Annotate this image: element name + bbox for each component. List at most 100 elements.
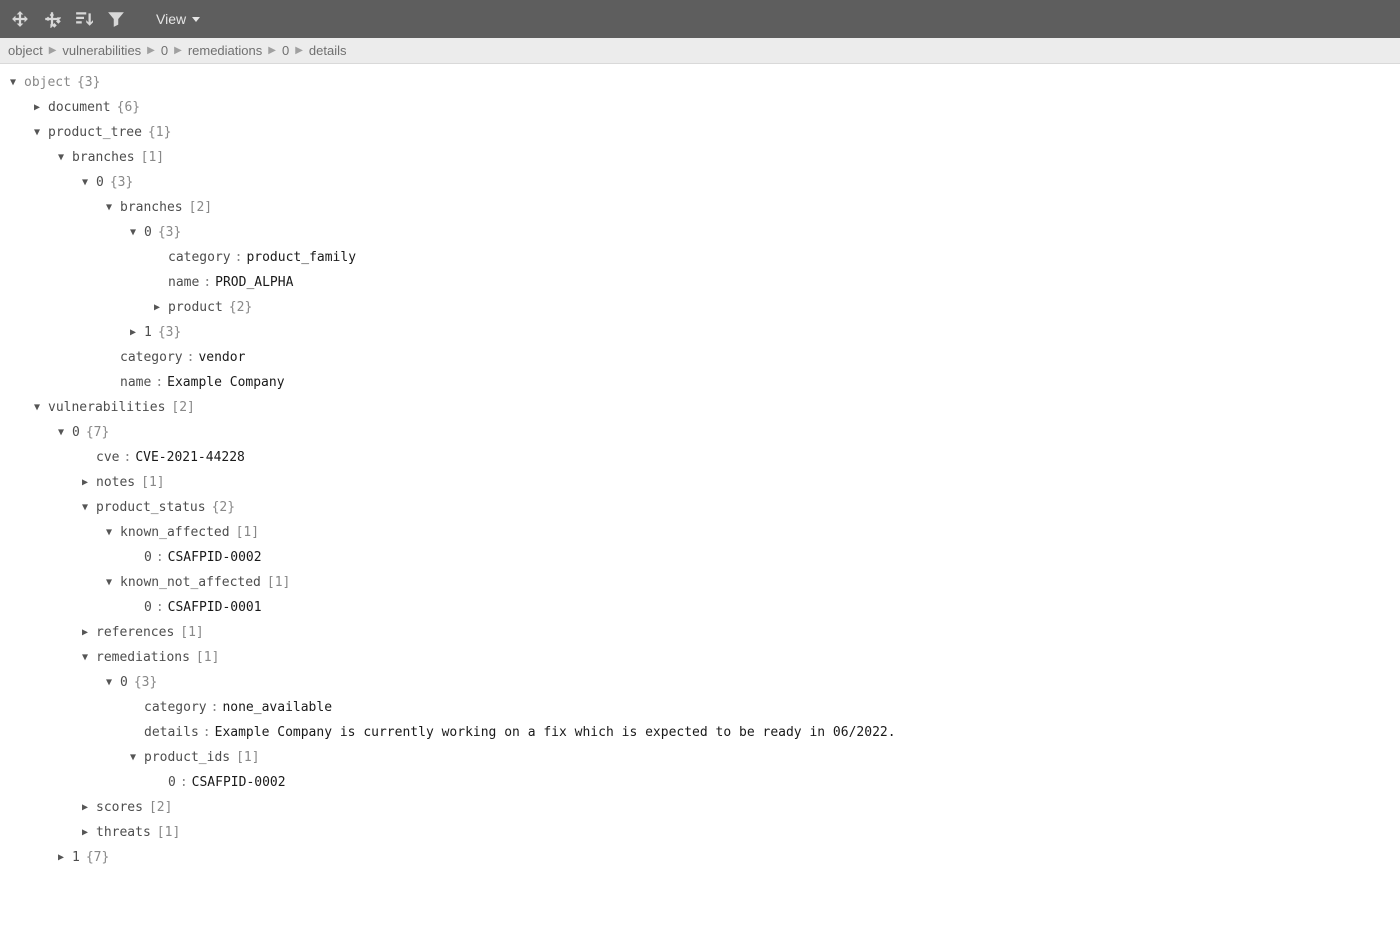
tree-leaf[interactable]: ▼category:none_available xyxy=(6,695,1400,720)
tree-node[interactable]: ▼0{3} xyxy=(6,220,1400,245)
tree-node[interactable]: ▼0{3} xyxy=(6,670,1400,695)
node-meta: {2} xyxy=(223,295,252,320)
tree-node[interactable]: ▶references[1] xyxy=(6,620,1400,645)
node-key: 0 xyxy=(144,220,152,245)
node-key: product_status xyxy=(96,495,206,520)
tree-leaf[interactable]: ▼0:CSAFPID-0001 xyxy=(6,595,1400,620)
colon-separator: : xyxy=(151,370,167,395)
tree-leaf[interactable]: ▼name:Example Company xyxy=(6,370,1400,395)
tree-leaf[interactable]: ▼0:CSAFPID-0002 xyxy=(6,770,1400,795)
tree-node-remediations[interactable]: ▼remediations[1] xyxy=(6,645,1400,670)
disclosure-triangle-icon[interactable]: ▼ xyxy=(102,670,116,695)
tree-node-vulnerabilities[interactable]: ▼vulnerabilities[2] xyxy=(6,395,1400,420)
tree-leaf-cve[interactable]: ▼cve:CVE-2021-44228 xyxy=(6,445,1400,470)
view-label: View xyxy=(156,11,186,27)
disclosure-triangle-icon[interactable]: ▼ xyxy=(102,570,116,595)
disclosure-triangle-icon[interactable]: ▶ xyxy=(126,320,140,345)
toolbar: View xyxy=(0,0,1400,38)
tree-node[interactable]: ▶threats[1] xyxy=(6,820,1400,845)
tree-node-branches[interactable]: ▼branches[1] xyxy=(6,145,1400,170)
breadcrumb: object ▶ vulnerabilities ▶ 0 ▶ remediations… xyxy=(0,38,1400,64)
breadcrumb-item[interactable]: vulnerabilities xyxy=(62,43,141,58)
disclosure-triangle-icon[interactable]: ▼ xyxy=(6,70,20,95)
colon-separator: : xyxy=(152,545,168,570)
tree-node[interactable]: ▼known_not_affected[1] xyxy=(6,570,1400,595)
disclosure-triangle-icon[interactable]: ▶ xyxy=(78,470,92,495)
node-meta: {1} xyxy=(142,120,171,145)
expand-all-icon[interactable] xyxy=(8,7,32,31)
tree-node-document[interactable]: ▶document{6} xyxy=(6,95,1400,120)
chevron-right-icon: ▶ xyxy=(147,45,155,56)
disclosure-triangle-icon[interactable]: ▶ xyxy=(78,820,92,845)
tree-node[interactable]: ▶scores[2] xyxy=(6,795,1400,820)
collapse-all-icon[interactable] xyxy=(40,7,64,31)
node-meta: [1] xyxy=(174,620,203,645)
disclosure-triangle-icon[interactable]: ▼ xyxy=(30,120,44,145)
disclosure-triangle-icon[interactable]: ▼ xyxy=(54,145,68,170)
node-meta: {3} xyxy=(152,220,181,245)
colon-separator: : xyxy=(207,695,223,720)
node-key: 0 xyxy=(72,420,80,445)
chevron-right-icon: ▶ xyxy=(49,45,57,56)
tree-leaf[interactable]: ▼name:PROD_ALPHA xyxy=(6,270,1400,295)
node-key: branches xyxy=(120,195,183,220)
tree-leaf[interactable]: ▼category:vendor xyxy=(6,345,1400,370)
tree-node[interactable]: ▼product_ids[1] xyxy=(6,745,1400,770)
colon-separator: : xyxy=(152,595,168,620)
view-menu-button[interactable]: View xyxy=(146,7,210,31)
breadcrumb-item[interactable]: details xyxy=(309,43,347,58)
disclosure-triangle-icon[interactable]: ▼ xyxy=(30,395,44,420)
node-key: 0 xyxy=(120,670,128,695)
node-key: product_tree xyxy=(48,120,142,145)
colon-separator: : xyxy=(199,720,215,745)
tree-node[interactable]: ▼product_status{2} xyxy=(6,495,1400,520)
tree-node-product-tree[interactable]: ▼product_tree{1} xyxy=(6,120,1400,145)
filter-icon[interactable] xyxy=(104,7,128,31)
disclosure-triangle-icon[interactable]: ▶ xyxy=(78,620,92,645)
tree-node-root[interactable]: ▼object{3} xyxy=(6,70,1400,95)
disclosure-triangle-icon[interactable]: ▶ xyxy=(150,295,164,320)
disclosure-triangle-icon[interactable]: ▼ xyxy=(126,220,140,245)
node-key: 1 xyxy=(144,320,152,345)
node-meta: [1] xyxy=(135,470,164,495)
colon-separator: : xyxy=(119,445,135,470)
disclosure-triangle-icon[interactable]: ▼ xyxy=(78,645,92,670)
node-key: product xyxy=(168,295,223,320)
tree-node[interactable]: ▼branches[2] xyxy=(6,195,1400,220)
disclosure-triangle-icon[interactable]: ▶ xyxy=(78,795,92,820)
sort-icon[interactable] xyxy=(72,7,96,31)
node-key: category xyxy=(144,695,207,720)
node-value: PROD_ALPHA xyxy=(215,270,293,295)
disclosure-triangle-icon[interactable]: ▼ xyxy=(102,195,116,220)
node-key: cve xyxy=(96,445,119,470)
disclosure-triangle-icon[interactable]: ▶ xyxy=(54,845,68,870)
breadcrumb-item[interactable]: 0 xyxy=(282,43,289,58)
tree-node[interactable]: ▼known_affected[1] xyxy=(6,520,1400,545)
tree-node[interactable]: ▶1{7} xyxy=(6,845,1400,870)
node-key: known_not_affected xyxy=(120,570,261,595)
tree-node[interactable]: ▶1{3} xyxy=(6,320,1400,345)
node-meta: {7} xyxy=(80,420,109,445)
disclosure-triangle-icon[interactable]: ▶ xyxy=(30,95,44,120)
node-value: CSAFPID-0002 xyxy=(168,545,262,570)
node-key: notes xyxy=(96,470,135,495)
tree-node[interactable]: ▶product{2} xyxy=(6,295,1400,320)
tree-node[interactable]: ▼0{7} xyxy=(6,420,1400,445)
node-key: 0 xyxy=(144,595,152,620)
tree-leaf[interactable]: ▼0:CSAFPID-0002 xyxy=(6,545,1400,570)
breadcrumb-item[interactable]: remediations xyxy=(188,43,262,58)
disclosure-triangle-icon[interactable]: ▼ xyxy=(102,520,116,545)
disclosure-triangle-icon[interactable]: ▼ xyxy=(126,745,140,770)
tree-node[interactable]: ▶notes[1] xyxy=(6,470,1400,495)
tree-node[interactable]: ▼0{3} xyxy=(6,170,1400,195)
tree-leaf[interactable]: ▼category:product_family xyxy=(6,245,1400,270)
node-value: Example Company is currently working on … xyxy=(215,720,896,745)
disclosure-triangle-icon[interactable]: ▼ xyxy=(78,170,92,195)
node-meta: [1] xyxy=(135,145,164,170)
breadcrumb-item[interactable]: 0 xyxy=(161,43,168,58)
breadcrumb-item[interactable]: object xyxy=(8,43,43,58)
disclosure-triangle-icon[interactable]: ▼ xyxy=(54,420,68,445)
disclosure-triangle-icon[interactable]: ▼ xyxy=(78,495,92,520)
tree-leaf-details[interactable]: ▼details:Example Company is currently wo… xyxy=(6,720,1400,745)
chevron-right-icon: ▶ xyxy=(174,45,182,56)
